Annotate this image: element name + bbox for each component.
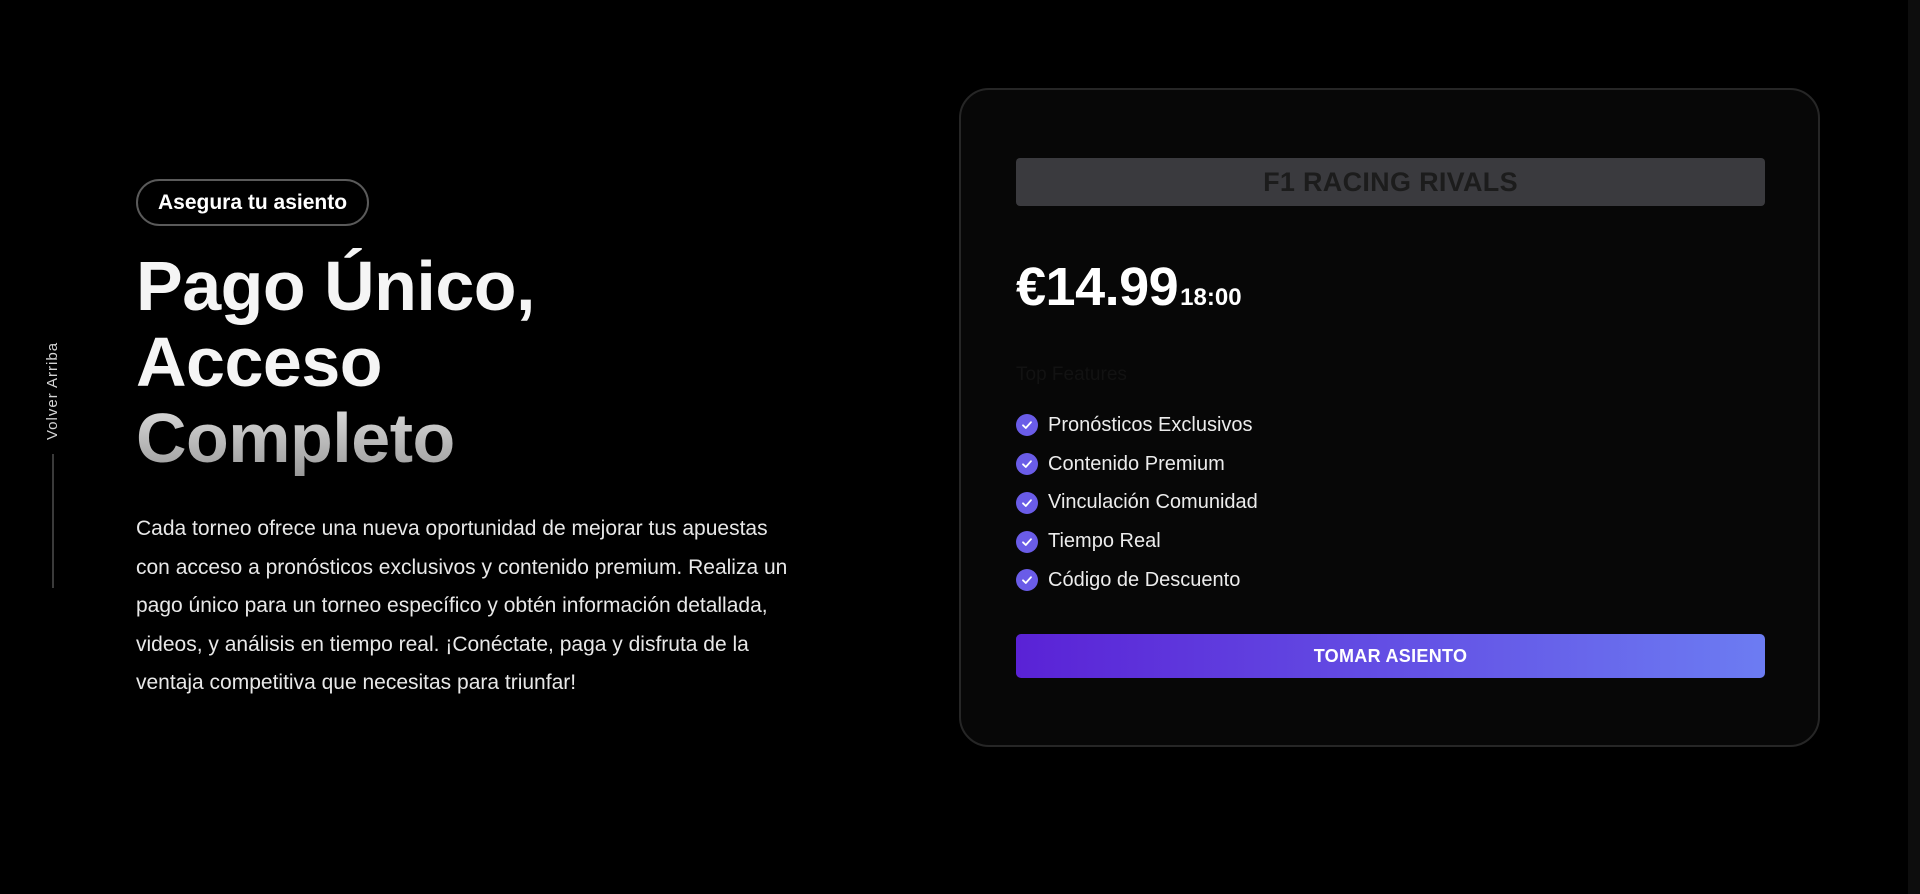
hero-section: Asegura tu asiento Pago Único, Acceso Co…: [136, 179, 796, 703]
feature-item: Tiempo Real: [1016, 522, 1258, 561]
headline-line-2: Completo: [136, 400, 796, 476]
back-to-top-label[interactable]: Volver Arriba: [44, 326, 61, 440]
price: €14.99: [1016, 257, 1179, 317]
feature-label: Contenido Premium: [1048, 452, 1225, 475]
hero-description: Cada torneo ofrece una nueva oportunidad…: [136, 517, 788, 694]
headline-line-1: Pago Único, Acceso: [136, 247, 535, 401]
feature-label: Pronósticos Exclusivos: [1048, 413, 1253, 436]
feature-item: Código de Descuento: [1016, 561, 1258, 600]
feature-item: Pronósticos Exclusivos: [1016, 406, 1258, 445]
back-to-top-link[interactable]: Volver Arriba: [44, 326, 61, 588]
features-title: Top Features: [1016, 364, 1127, 385]
back-to-top-line: [51, 454, 54, 588]
feature-label: Código de Descuento: [1048, 568, 1241, 591]
check-circle-icon: [1016, 530, 1038, 553]
features-list: Pronósticos Exclusivos Contenido Premium…: [1016, 406, 1258, 600]
hero-badge: Asegura tu asiento: [136, 179, 370, 226]
pricing-card: F1 RACING RIVALS €14.99 18:00 Top Featur…: [959, 88, 1820, 747]
event-time: 18:00: [1180, 284, 1242, 311]
check-circle-icon: [1016, 569, 1038, 592]
scrollbar[interactable]: [1908, 0, 1920, 894]
feature-item: Vinculación Comunidad: [1016, 484, 1258, 523]
feature-label: Tiempo Real: [1048, 530, 1161, 553]
feature-label: Vinculación Comunidad: [1048, 491, 1258, 514]
price-row: €14.99 18:00: [1016, 256, 1242, 318]
take-seat-button[interactable]: TOMAR ASIENTO: [1016, 634, 1765, 678]
hero-headline: Pago Único, Acceso Completo: [136, 248, 796, 476]
card-title: F1 RACING RIVALS: [1016, 158, 1765, 206]
feature-item: Contenido Premium: [1016, 445, 1258, 484]
check-circle-icon: [1016, 453, 1038, 476]
check-circle-icon: [1016, 414, 1038, 437]
page: Volver Arriba Asegura tu asiento Pago Ún…: [0, 0, 1920, 894]
check-circle-icon: [1016, 491, 1038, 514]
